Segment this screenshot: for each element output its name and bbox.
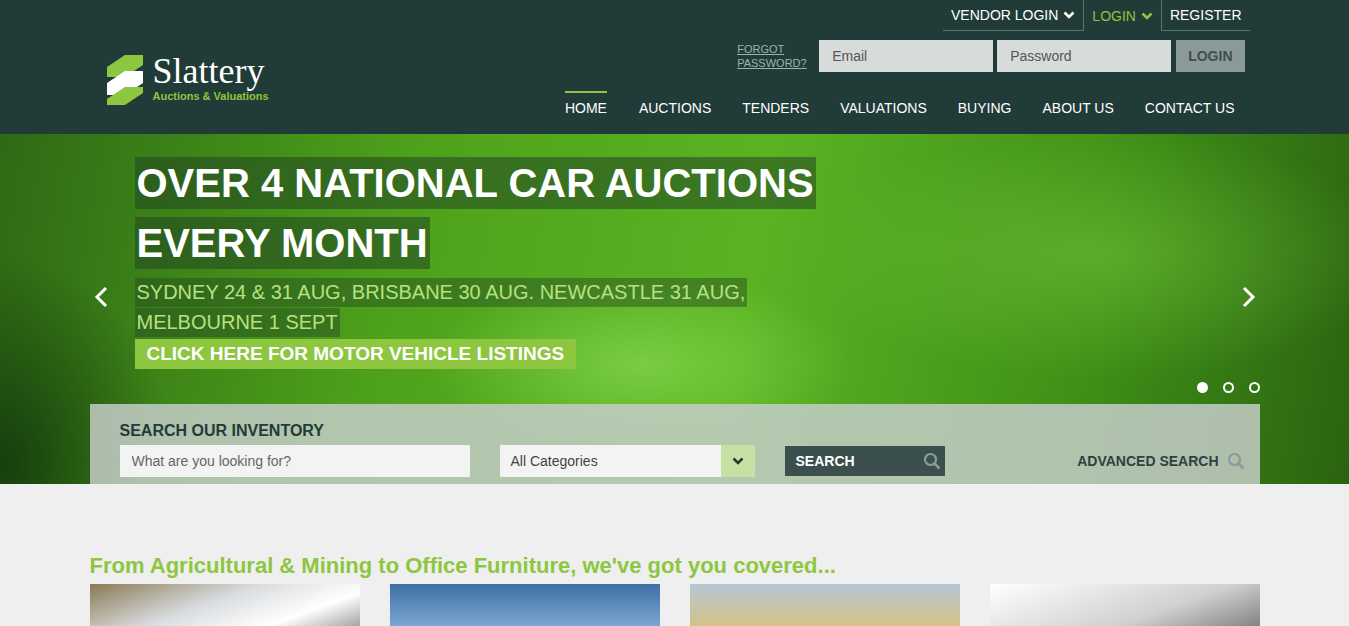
category-card[interactable] [690,584,960,626]
logo[interactable]: SlatteryAuctions & Valuations [90,0,269,134]
chevron-down-icon [1141,11,1153,21]
nav-item[interactable]: TENDERS [726,94,824,123]
previous-slide-button[interactable] [94,286,110,312]
advanced-search-link[interactable]: ADVANCED SEARCH [1077,452,1244,470]
account-links: VENDOR LOGIN LOGIN REGISTER [943,0,1250,31]
chevron-down-icon [732,456,744,466]
spacer [90,369,1260,404]
account-link-label: LOGIN [1092,8,1136,24]
search-input[interactable] [120,445,470,477]
chevron-down-icon [1063,10,1075,20]
logo-name: Slattery [153,53,269,89]
slide-dot[interactable] [1197,382,1208,393]
hero-content: OVER 4 NATIONAL CAR AUCTIONS EVERY MONTH S… [90,134,1260,484]
login-button[interactable]: LOGIN [1176,40,1244,72]
forgot-password-link[interactable]: FORGOT PASSWORD? [737,42,809,70]
category-value: All Categories [500,453,598,469]
nav-item[interactable]: CONTACT US [1129,94,1250,123]
search-icon [923,452,941,470]
category-card[interactable] [390,584,660,626]
search-button[interactable]: SEARCH [785,446,945,476]
category-select[interactable]: All Categories [500,445,755,477]
hero-subtitle-line: SYDNEY 24 & 31 AUG, BRISBANE 30 AUG. NEW… [135,278,748,307]
email-input[interactable] [819,40,993,72]
main-nav: HOME AUCTIONSTENDERSVALUATIONSBUYINGABOUT… [549,94,1250,123]
search-icon [1227,452,1245,470]
logo-tagline: Auctions & Valuations [153,90,269,102]
site-header: SlatteryAuctions & Valuations VENDOR LOGI… [0,0,1349,134]
account-link[interactable]: VENDOR LOGIN [943,0,1083,31]
category-cards [90,584,1260,626]
password-input[interactable] [997,40,1171,72]
categories-heading: From Agricultural & Mining to Office Fur… [90,553,1260,579]
nav-item[interactable]: VALUATIONS [824,94,942,123]
search-panel: SEARCH OUR INVENTORY All Categories SEARCH… [90,404,1260,484]
motor-vehicle-listings-button[interactable]: CLICK HERE FOR MOTOR VEHICLE LISTINGS [135,339,577,369]
nav-item[interactable]: ABOUT US [1026,94,1128,123]
arrow-right-icon [1240,286,1256,308]
hero-title-line: OVER 4 NATIONAL CAR AUCTIONS [135,157,816,209]
hero-subtitle-line: MELBOURNE 1 SEPT [135,308,340,337]
nav-item[interactable]: BUYING [942,94,1027,123]
select-arrow [721,445,755,477]
account-link[interactable]: LOGIN [1083,0,1162,31]
slide-dot[interactable] [1223,382,1234,393]
slide-indicators [1197,382,1260,393]
search-row: All Categories SEARCH ADVANCED SEARCH [120,445,1245,477]
account-link[interactable]: REGISTER [1162,0,1250,31]
advanced-search-label: ADVANCED SEARCH [1077,453,1218,469]
nav-item[interactable]: HOME [565,94,607,123]
hero-title-line: EVERY MONTH [135,217,430,269]
next-slide-button[interactable] [1240,286,1256,312]
categories-section: From Agricultural & Mining to Office Fur… [90,484,1260,626]
category-card[interactable] [990,584,1260,626]
category-card[interactable] [90,584,360,626]
hero-text: OVER 4 NATIONAL CAR AUCTIONS EVERY MONTH S… [90,134,1260,369]
header-bar: SlatteryAuctions & Valuations VENDOR LOGI… [90,0,1260,134]
login-form: FORGOT PASSWORD? LOGIN [737,40,1249,72]
hero-banner: OVER 4 NATIONAL CAR AUCTIONS EVERY MONTH S… [0,134,1349,484]
slide-dot[interactable] [1249,382,1260,393]
account-link-label: VENDOR LOGIN [951,7,1058,23]
search-button-label: SEARCH [796,453,855,469]
account-link-label: REGISTER [1170,7,1242,23]
search-title: SEARCH OUR INVENTORY [120,422,1245,440]
arrow-left-icon [94,286,110,308]
logo-text: SlatteryAuctions & Valuations [153,53,269,102]
logo-mark-icon [105,53,145,105]
nav-item[interactable]: AUCTIONS [623,94,726,123]
header-right: VENDOR LOGIN LOGIN REGISTER FORGOT PASSWORD… [549,0,1260,134]
